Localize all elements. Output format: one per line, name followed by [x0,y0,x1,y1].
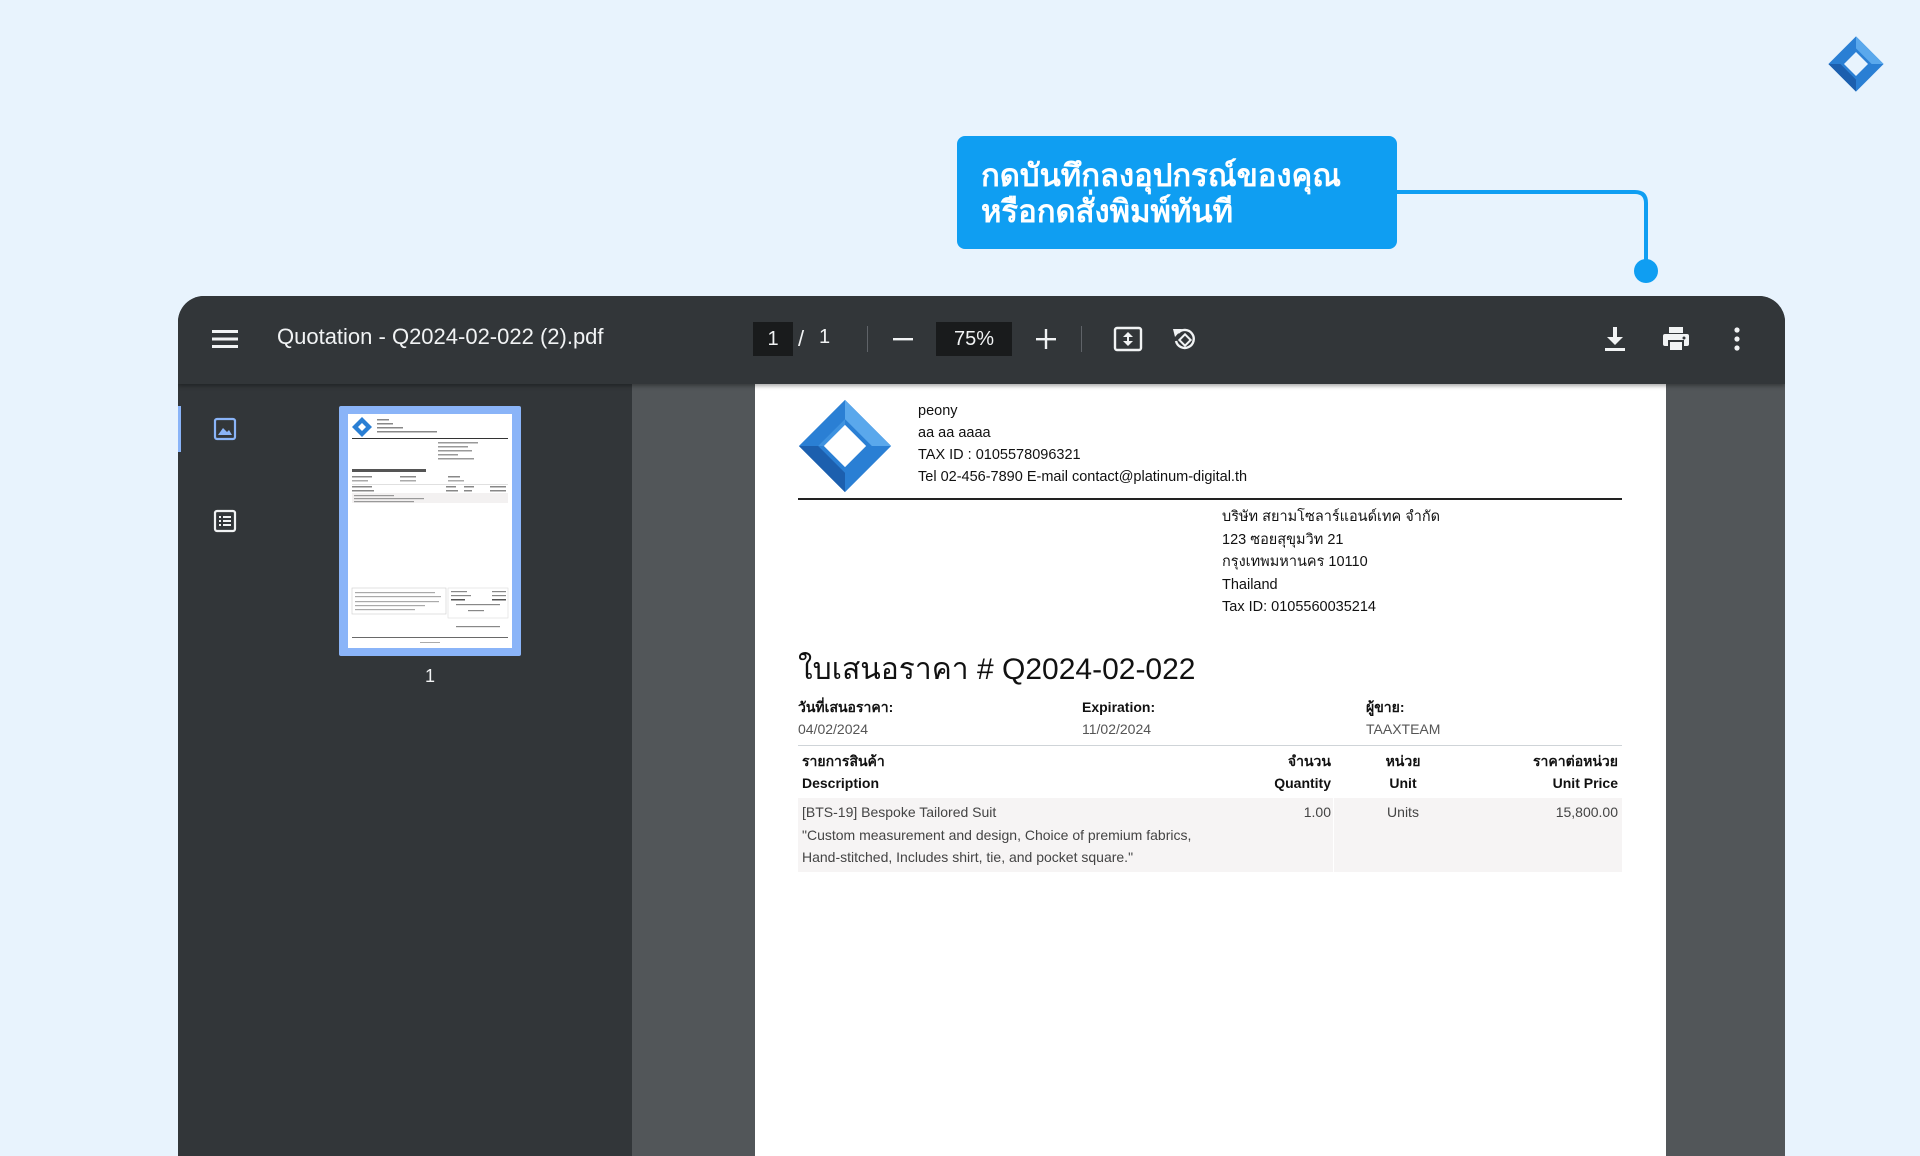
quote-date-value: 04/02/2024 [798,721,869,737]
document-title: Quotation - Q2024-02-022 (2).pdf [277,324,604,349]
callout-line-2: หรือกดสั่งพิมพ์ทันที [981,194,1234,230]
seller-label: ผู้ขาย: [1366,699,1405,715]
expiration-label: Expiration: [1082,699,1156,715]
column-separator [1333,798,1334,872]
row-unit: Units [1387,804,1419,820]
header-english: Description [802,775,880,791]
quotation-heading: ใบเสนอราคา # Q2024-02-022 [798,653,1196,686]
customer-info: บริษัท สยามโซลาร์แอนด์เทค จำกัด 123 ซอยส… [1222,506,1440,619]
product-name: [BTS-19] Bespoke Tailored Suit [802,804,997,820]
page-total: 1 [819,326,831,348]
column-header-description: รายการสินค้า Description [802,750,885,794]
company-info: peony aa aa aaaa TAX ID : 0105578096321 … [918,400,1247,488]
thumbnail-page-number: 1 [424,666,435,686]
header-thai: ราคาต่อหน่วย [1533,753,1618,769]
table-top-divider [798,745,1622,746]
company-name: peony [918,403,958,419]
quote-date-label: วันที่เสนอราคา: [798,699,894,715]
customer-street: 123 ซอยสุขุมวิท 21 [1222,531,1344,548]
pdf-page: peony aa aa aaaa TAX ID : 0105578096321 … [755,384,1666,1156]
company-tax-id: TAX ID : 0105578096321 [918,447,1081,463]
header-english: Unit Price [1552,775,1618,791]
zoom-in-icon[interactable] [1026,319,1066,359]
fit-to-page-icon[interactable] [1108,319,1148,359]
column-header-quantity: จำนวน Quantity [1225,750,1331,794]
zoom-level-input[interactable]: 75% [936,322,1012,356]
company-address: aa aa aaaa [918,425,991,441]
company-contact: Tel 02-456-7890 E-mail contact@platinum-… [918,469,1248,485]
more-vertical-icon[interactable] [1717,319,1757,359]
row-quantity: 1.00 [1303,804,1331,820]
column-header-unit: หน่วย Unit [1363,750,1443,794]
header-english: Unit [1389,775,1417,791]
row-unit-price: 15,800.00 [1555,804,1618,820]
page-separator: / [798,326,805,351]
active-indicator [178,406,181,452]
header-thai: รายการสินค้า [802,753,885,769]
seller-value: TAAXTEAM [1366,721,1441,737]
rotate-icon[interactable] [1164,319,1204,359]
page-number-input[interactable]: 1 [753,322,793,356]
zoom-out-icon[interactable] [883,319,923,359]
download-icon[interactable] [1595,319,1635,359]
expiration-value: 11/02/2024 [1082,721,1152,737]
quote-date-block: วันที่เสนอราคา: 04/02/2024 [798,696,893,740]
product-detail-line: "Custom measurement and design, Choice o… [802,826,1192,843]
customer-name: บริษัท สยามโซลาร์แอนด์เทค จำกัด [1222,509,1441,525]
company-logo [798,399,892,493]
seller-block: ผู้ขาย: TAAXTEAM [1366,696,1440,740]
pdf-viewer: Quotation - Q2024-02-022 (2).pdf 1 / 1 7… [178,296,1785,1156]
viewer-toolbar: Quotation - Q2024-02-022 (2).pdf 1 / 1 7… [178,296,1785,384]
customer-tax-id: Tax ID: 0105560035214 [1222,599,1376,615]
product-detail-line: Hand-stitched, Includes shirt, tie, and … [802,849,1134,865]
header-thai: หน่วย [1385,753,1421,769]
customer-city: กรุงเทพมหานคร 10110 [1222,554,1368,570]
brand-logo [1828,36,1884,92]
header-divider [798,498,1622,500]
column-header-unit-price: ราคาต่อหน่วย Unit Price [1469,750,1618,794]
image-icon[interactable] [205,409,245,449]
thumbnail-page-preview [348,414,512,648]
page-thumbnail[interactable] [339,406,521,656]
header-english: Quantity [1274,775,1331,791]
hamburger-menu-icon[interactable] [205,319,245,359]
row-description: [BTS-19] Bespoke Tailored Suit "Custom m… [802,801,1191,869]
callout-tooltip: กดบันทึกลงอุปกรณ์ของคุณ หรือกดสั่งพิมพ์ท… [957,136,1397,249]
header-thai: จำนวน [1287,753,1331,769]
callout-line-1: กดบันทึกลงอุปกรณ์ของคุณ [981,158,1342,194]
document-area: peony aa aa aaaa TAX ID : 0105578096321 … [632,384,1785,1156]
expiration-block: Expiration: 11/02/2024 [1082,696,1155,740]
customer-country: Thailand [1222,576,1278,593]
toolbar-divider [867,326,868,352]
print-icon[interactable] [1656,319,1696,359]
toolbar-divider [1081,326,1082,352]
outline-list-icon[interactable] [205,501,245,541]
thumbnail-sidebar: 1 [178,384,632,1156]
